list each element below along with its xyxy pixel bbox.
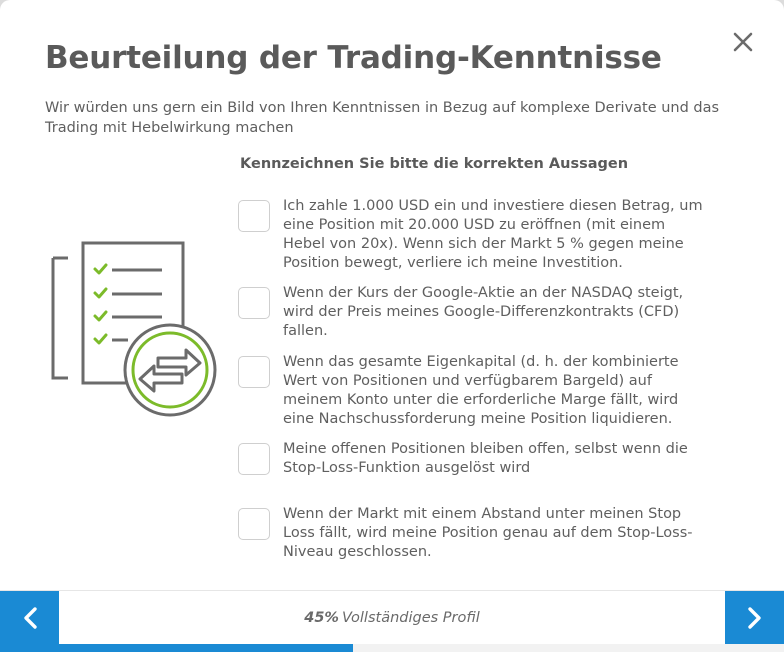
option-checkbox[interactable] xyxy=(238,508,270,540)
option-label[interactable]: Ich zahle 1.000 USD ein und investiere d… xyxy=(283,197,703,273)
option-label[interactable]: Wenn das gesamte Eigenkapital (d. h. der… xyxy=(283,353,703,429)
option-checkbox[interactable] xyxy=(238,200,270,232)
progress-percent: 45% xyxy=(304,610,339,626)
option-label[interactable]: Wenn der Kurs der Google-Aktie an der NA… xyxy=(283,284,703,341)
chevron-left-icon xyxy=(23,607,37,629)
question-prompt: Kennzeichnen Sie bitte die korrekten Aus… xyxy=(240,156,629,172)
progress-bar xyxy=(0,644,784,652)
progress-text: Vollständiges Profil xyxy=(341,610,480,626)
option-label[interactable]: Wenn der Markt mit einem Abstand unter m… xyxy=(283,505,703,562)
checklist-exchange-icon xyxy=(50,240,220,424)
option-checkbox[interactable] xyxy=(238,356,270,388)
progress-label: 45% Vollständiges Profil xyxy=(59,591,725,645)
option-label[interactable]: Meine offenen Positionen bleiben offen, … xyxy=(283,440,703,478)
progress-footer: 45% Vollständiges Profil xyxy=(0,590,784,652)
close-icon[interactable] xyxy=(732,31,754,53)
option-checkbox[interactable] xyxy=(238,443,270,475)
assessment-dialog: Beurteilung der Trading-Kenntnisse Wir w… xyxy=(0,0,784,652)
dialog-title: Beurteilung der Trading-Kenntnisse xyxy=(45,40,662,76)
chevron-right-icon xyxy=(747,607,761,629)
dialog-subtitle: Wir würden uns gern ein Bild von Ihren K… xyxy=(45,100,720,136)
option-checkbox[interactable] xyxy=(238,287,270,319)
previous-button[interactable] xyxy=(0,591,59,645)
next-button[interactable] xyxy=(725,591,784,645)
progress-bar-fill xyxy=(0,644,353,652)
